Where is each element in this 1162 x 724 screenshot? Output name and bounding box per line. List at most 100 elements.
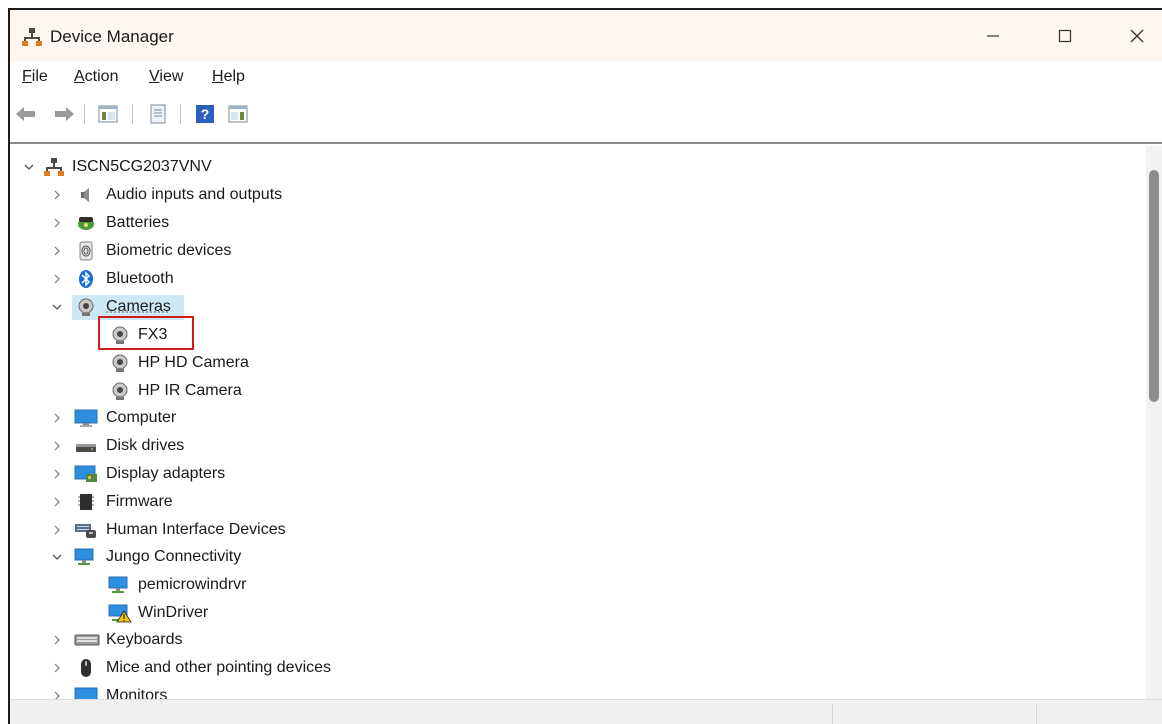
tree-item-label: HP IR Camera (138, 382, 242, 399)
tree-item-bluetooth[interactable]: Bluetooth (10, 266, 1146, 293)
tree-item-hp-hd-camera[interactable]: HP HD Camera (10, 350, 1146, 377)
tree-item-label: Human Interface Devices (106, 521, 286, 538)
tree-item-label: HP HD Camera (138, 354, 249, 371)
close-button[interactable] (1114, 18, 1160, 54)
hid-icon (75, 524, 96, 538)
computer-tree-icon (44, 158, 64, 176)
minimize-button[interactable] (970, 18, 1016, 54)
annotation-highlight-box (98, 316, 194, 350)
tree-item-display-adapters[interactable]: Display adapters (10, 461, 1146, 488)
battery-icon (78, 217, 94, 230)
tree-item-fx3[interactable]: FX3 (10, 316, 1146, 350)
chevron-right-icon[interactable] (50, 633, 64, 647)
tree-item-monitors[interactable]: Monitors (10, 683, 1146, 699)
device-manager-window: Device Manager File Action View Help ? I… (8, 8, 1162, 724)
tree-item-mice[interactable]: Mice and other pointing devices (10, 655, 1146, 682)
tree-item-keyboards[interactable]: Keyboards (10, 627, 1146, 654)
maximize-icon (1058, 29, 1072, 43)
tree-item-label: Firmware (106, 493, 173, 510)
tree-item-label: pemicrowindrvr (138, 576, 247, 593)
device-tree: ISCN5CG2037VNV Audio inputs and outputs … (10, 146, 1146, 699)
properties-button[interactable] (146, 102, 170, 126)
chevron-down-icon[interactable] (50, 300, 64, 314)
tree-item-biometric[interactable]: Biometric devices (10, 238, 1146, 265)
chevron-right-icon[interactable] (50, 661, 64, 675)
network-device-icon (74, 548, 94, 565)
camera-icon (112, 354, 128, 372)
show-hide-console-tree-button[interactable] (96, 102, 120, 126)
disk-drive-icon (76, 444, 96, 452)
tree-item-label: Cameras (106, 298, 171, 315)
status-divider (832, 704, 833, 724)
toolbar: ? (10, 102, 1162, 128)
chevron-right-icon[interactable] (50, 216, 64, 230)
tree-item-label: Jungo Connectivity (106, 548, 242, 565)
chevron-right-icon[interactable] (50, 188, 64, 202)
tree-item-label: WinDriver (138, 604, 209, 621)
warning-device-icon (108, 604, 132, 623)
keyboard-icon (74, 634, 100, 646)
chevron-down-icon[interactable] (22, 160, 36, 174)
toolbar-separator (84, 104, 85, 124)
window-title: Device Manager (50, 27, 174, 46)
tree-item-label: Batteries (106, 214, 170, 231)
chevron-right-icon[interactable] (50, 272, 64, 286)
chevron-right-icon[interactable] (50, 467, 64, 481)
action-pane-icon (228, 105, 248, 123)
tree-item-label: Bluetooth (106, 270, 174, 287)
help-button[interactable]: ? (193, 102, 217, 126)
menu-file[interactable]: File (22, 68, 48, 86)
network-device-icon (108, 576, 128, 593)
camera-icon (78, 298, 94, 316)
tree-item-disk-drives[interactable]: Disk drives (10, 433, 1146, 460)
forward-arrow-icon (55, 107, 74, 121)
chevron-right-icon[interactable] (50, 523, 64, 537)
chevron-right-icon[interactable] (50, 244, 64, 258)
title-bar: Device Manager (10, 10, 1162, 62)
status-divider (1036, 704, 1037, 724)
menu-action[interactable]: Action (74, 68, 118, 86)
tree-item-label: Biometric devices (106, 242, 232, 259)
menu-bar: File Action View Help (10, 68, 1162, 92)
tree-item-hid[interactable]: Human Interface Devices (10, 517, 1146, 544)
svg-text:?: ? (201, 106, 210, 122)
tree-item-batteries[interactable]: Batteries (10, 210, 1146, 237)
tree-item-label: Display adapters (106, 465, 226, 482)
menu-view[interactable]: View (149, 68, 183, 86)
minimize-icon (987, 35, 999, 37)
toolbar-divider (10, 142, 1162, 144)
tree-item-audio[interactable]: Audio inputs and outputs (10, 182, 1146, 209)
chevron-right-icon[interactable] (50, 411, 64, 425)
tree-item-jungo-connectivity[interactable]: Jungo Connectivity (10, 544, 1146, 571)
tree-root[interactable]: ISCN5CG2037VNV (10, 154, 1146, 181)
vertical-scrollbar[interactable] (1146, 146, 1162, 699)
tree-item-hp-ir-camera[interactable]: HP IR Camera (10, 378, 1146, 405)
toolbar-separator (180, 104, 181, 124)
display-adapter-icon (74, 465, 97, 482)
menu-help[interactable]: Help (212, 68, 245, 86)
tree-root-label: ISCN5CG2037VNV (72, 158, 212, 175)
tree-item-label: Disk drives (106, 437, 185, 454)
chevron-right-icon[interactable] (50, 439, 64, 453)
tree-item-computer[interactable]: Computer (10, 405, 1146, 432)
chevron-right-icon[interactable] (50, 689, 64, 699)
scrollbar-thumb[interactable] (1149, 170, 1159, 402)
monitor-icon (74, 409, 98, 427)
forward-button[interactable] (52, 102, 76, 126)
properties-icon (150, 104, 166, 124)
back-button[interactable] (14, 102, 38, 126)
toolbar-separator (132, 104, 133, 124)
tree-item-firmware[interactable]: Firmware (10, 489, 1146, 516)
device-manager-icon (22, 27, 42, 47)
tree-item-label: Keyboards (106, 631, 183, 648)
chevron-down-icon[interactable] (50, 550, 64, 564)
maximize-button[interactable] (1042, 18, 1088, 54)
show-action-pane-button[interactable] (226, 102, 250, 126)
tree-item-windriver[interactable]: WinDriver (10, 600, 1146, 627)
tree-item-label: Monitors (106, 687, 168, 699)
tree-item-pemicrowindrvr[interactable]: pemicrowindrvr (10, 572, 1146, 599)
close-icon (1130, 29, 1144, 43)
chevron-right-icon[interactable] (50, 495, 64, 509)
tree-item-label: Mice and other pointing devices (106, 659, 332, 676)
tree-item-label: Audio inputs and outputs (106, 186, 283, 203)
